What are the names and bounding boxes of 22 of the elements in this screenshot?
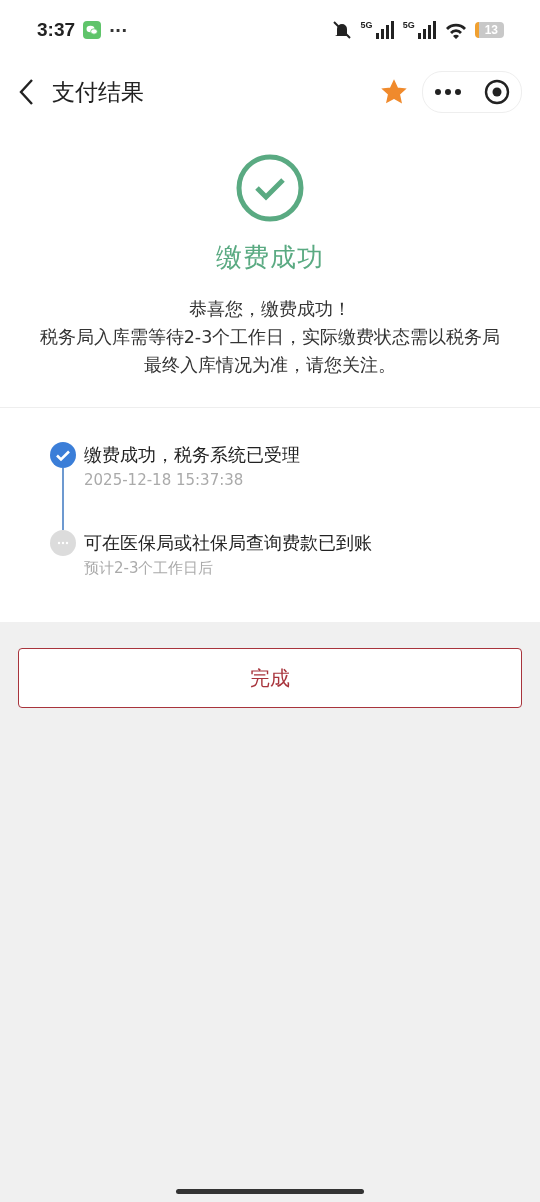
network-label: 5G [402, 20, 415, 30]
result-message: 恭喜您，缴费成功！ [188, 298, 352, 321]
signal-icon [374, 21, 395, 39]
done-button[interactable]: 完成 [18, 648, 522, 708]
chat-app-icon [83, 21, 102, 39]
step-detail: 预计2-3个工作日后 [84, 559, 215, 578]
back-icon[interactable] [18, 78, 34, 106]
step-title: 可在医保局或社保局查询费款已到账 [84, 531, 372, 555]
success-check-icon [236, 154, 304, 222]
muted-bell-icon [330, 20, 353, 40]
step-detail: 2025-12-18 15:37:38 [84, 471, 245, 489]
result-title: 缴费成功 [216, 241, 324, 274]
close-mini-program-icon[interactable] [483, 79, 510, 105]
more-icon[interactable] [434, 89, 461, 95]
result-message: 税务局入库需等待2-3个工作日，实际缴费状态需以税务局最终入库情况为准，请您关注。 [38, 326, 502, 377]
network-label: 5G [360, 20, 373, 30]
status-time: 3:37 [37, 19, 76, 41]
more-notifications: ··· [109, 20, 128, 40]
signal-icon [416, 21, 437, 39]
wifi-icon [444, 21, 467, 39]
step-title: 缴费成功，税务系统已受理 [84, 443, 300, 467]
page-title: 支付结果 [52, 77, 144, 107]
